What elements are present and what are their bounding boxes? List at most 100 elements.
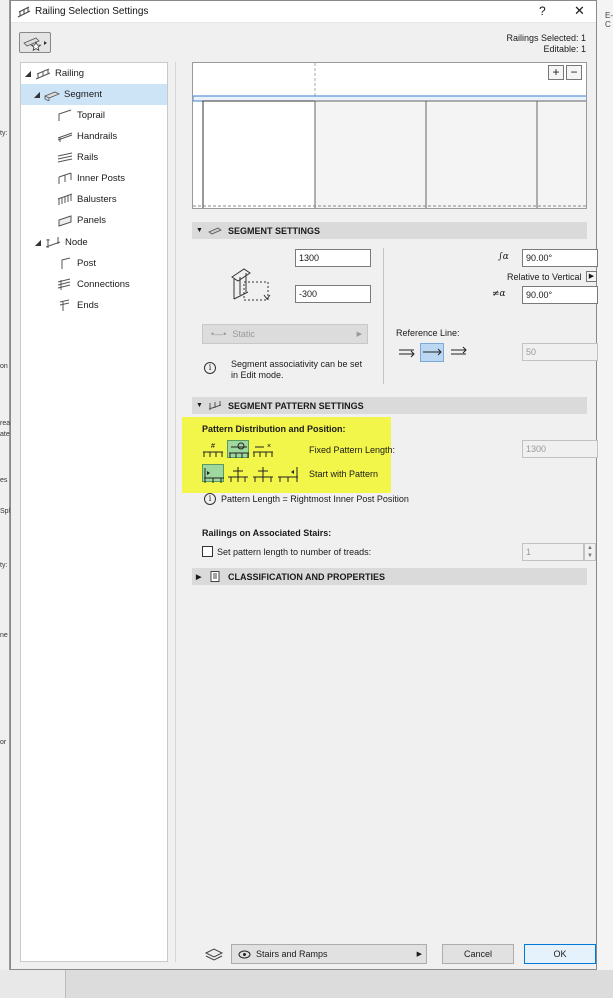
- railing-preview-drawing: [193, 63, 586, 208]
- fixed-pattern-length-label: Fixed Pattern Length:: [309, 445, 396, 455]
- tree-item-label: Ends: [77, 300, 99, 311]
- angle-top-field[interactable]: 90.00°: [522, 249, 598, 267]
- ok-button[interactable]: OK: [524, 944, 596, 964]
- panel-separator: [175, 62, 176, 962]
- connections-icon: [57, 278, 71, 290]
- reference-line-label: Reference Line:: [396, 328, 460, 338]
- pattern-by-spacing-button[interactable]: ×: [252, 440, 274, 458]
- tree-item-label: Toprail: [77, 110, 105, 121]
- expand-twisty-icon[interactable]: ◢: [32, 90, 42, 99]
- segment-settings-header[interactable]: ▼ SEGMENT SETTINGS: [192, 222, 587, 239]
- tree-item-rails[interactable]: Rails: [57, 147, 98, 168]
- panels-icon: [58, 215, 72, 227]
- segment-pattern-settings-header[interactable]: ▼ SEGMENT PATTERN SETTINGS: [192, 397, 587, 414]
- segment-icon: [44, 91, 60, 101]
- segment-icon: [208, 227, 222, 235]
- tree-item-panels[interactable]: Panels: [57, 210, 106, 231]
- tree-item-label: Connections: [77, 279, 130, 290]
- bg-fragment: ty:: [0, 562, 8, 569]
- collapse-triangle-icon: ▼: [196, 227, 203, 234]
- static-associativity-dropdown[interactable]: •—• Static ▶: [202, 324, 368, 344]
- zoom-out-button[interactable]: −: [566, 65, 582, 80]
- classification-header[interactable]: ▶ CLASSIFICATION AND PROPERTIES: [192, 568, 587, 585]
- railing-preview[interactable]: + −: [192, 62, 587, 209]
- handrails-icon: [57, 132, 73, 142]
- distribute-pattern-button[interactable]: [252, 464, 274, 482]
- info-icon: i: [204, 362, 216, 374]
- tree-item-handrails[interactable]: Handrails: [57, 126, 117, 147]
- favorites-button[interactable]: [19, 32, 51, 53]
- tree-item-ends[interactable]: Ends: [57, 295, 99, 316]
- tree-item-toprail[interactable]: Toprail: [57, 105, 105, 126]
- associativity-note-line: Segment associativity can be set: [231, 359, 363, 369]
- title-bar: Railing Selection Settings ? ✕: [11, 1, 596, 23]
- close-button[interactable]: ✕: [574, 3, 585, 19]
- cancel-button[interactable]: Cancel: [442, 944, 514, 964]
- pattern-by-count-button[interactable]: #: [202, 440, 224, 458]
- tree-item-label: Post: [77, 258, 97, 269]
- dialog-title: Railing Selection Settings: [35, 6, 149, 17]
- tree-item-balusters[interactable]: Balusters: [57, 189, 117, 210]
- treads-stepper[interactable]: ▲ ▼: [584, 543, 596, 561]
- relative-to-vertical-dropdown-icon[interactable]: ▶: [586, 271, 597, 282]
- reference-left-icon: [399, 349, 415, 358]
- layer-dropdown[interactable]: Stairs and Ramps ▶: [231, 944, 427, 964]
- associativity-note-line: in Edit mode.: [231, 370, 284, 380]
- reference-line-right-button[interactable]: [448, 343, 470, 361]
- tree-item-node[interactable]: ◢ Node: [33, 232, 88, 253]
- distribute-pattern-icon: [253, 467, 273, 482]
- angle-bottom-field[interactable]: 90.00°: [522, 286, 598, 304]
- end-with-pattern-button[interactable]: [277, 464, 299, 482]
- svg-text:×: ×: [267, 443, 271, 450]
- expand-twisty-icon[interactable]: ◢: [23, 69, 33, 78]
- toprail-icon: [58, 109, 72, 121]
- treads-checkbox-label[interactable]: Set pattern length to number of treads:: [217, 547, 371, 557]
- background-app-bottom: [0, 970, 613, 998]
- pattern-distribution-label: Pattern Distribution and Position:: [202, 424, 346, 434]
- center-pattern-button[interactable]: [227, 464, 249, 482]
- reference-offset-field[interactable]: 50: [522, 343, 598, 361]
- help-button[interactable]: ?: [539, 4, 546, 18]
- expand-twisty-icon[interactable]: ◢: [33, 238, 43, 247]
- tree-item-label: Inner Posts: [77, 173, 126, 184]
- section-title: CLASSIFICATION AND PROPERTIES: [228, 571, 386, 582]
- classification-icon: [210, 571, 220, 582]
- segment-height-diagram-icon: [231, 268, 271, 301]
- tree-item-label: Railing: [55, 68, 85, 79]
- start-with-pattern-label: Start with Pattern: [309, 469, 379, 479]
- treads-checkbox[interactable]: [202, 546, 213, 557]
- segment-height-field[interactable]: 1300: [295, 249, 371, 267]
- pattern-length-note: Pattern Length = Rightmost Inner Post Po…: [221, 494, 409, 504]
- bg-fragment: on: [0, 363, 8, 370]
- section-title: SEGMENT PATTERN SETTINGS: [228, 400, 364, 411]
- editable-count: Editable: 1: [543, 44, 586, 54]
- pattern-spacing-icon: ×: [253, 443, 273, 457]
- fixed-pattern-length-field[interactable]: 1300: [522, 440, 598, 458]
- tree-item-label: Node: [65, 237, 88, 248]
- pattern-fixed-length-button[interactable]: [227, 440, 249, 458]
- tree-item-inner-posts[interactable]: Inner Posts: [57, 168, 125, 189]
- settings-tree: ◢ Railing ◢ Segment Toprail Handrails Ra…: [20, 62, 168, 962]
- tree-item-segment[interactable]: ◢ Segment: [21, 84, 167, 105]
- zoom-in-button[interactable]: +: [548, 65, 564, 80]
- bg-fragment: rea: [0, 420, 11, 427]
- selection-info: Railings Selected: 1 Editable: 1: [506, 33, 586, 55]
- segment-offset-field[interactable]: -300: [295, 285, 371, 303]
- reference-line-left-button[interactable]: [396, 343, 418, 361]
- reference-center-icon: [423, 348, 442, 356]
- start-with-pattern-button[interactable]: [202, 464, 224, 483]
- treads-field[interactable]: 1: [522, 543, 584, 561]
- vertical-divider: [383, 248, 384, 384]
- ends-icon: [59, 299, 70, 311]
- bg-fragment: or: [0, 739, 7, 746]
- relative-to-vertical-label[interactable]: Relative to Vertical: [507, 272, 582, 282]
- reference-line-center-button[interactable]: [420, 343, 444, 362]
- tree-item-post[interactable]: Post: [57, 253, 96, 274]
- tree-item-connections[interactable]: Connections: [57, 274, 130, 295]
- end-pattern-icon: [278, 467, 298, 482]
- associativity-note: Segment associativity can be set in Edit…: [231, 359, 362, 381]
- railings-selected-count: Railings Selected: 1: [506, 33, 586, 43]
- expand-triangle-icon: ▶: [196, 573, 202, 581]
- dropdown-arrow-icon: ▶: [356, 331, 362, 338]
- tree-item-railing[interactable]: ◢ Railing: [23, 63, 167, 84]
